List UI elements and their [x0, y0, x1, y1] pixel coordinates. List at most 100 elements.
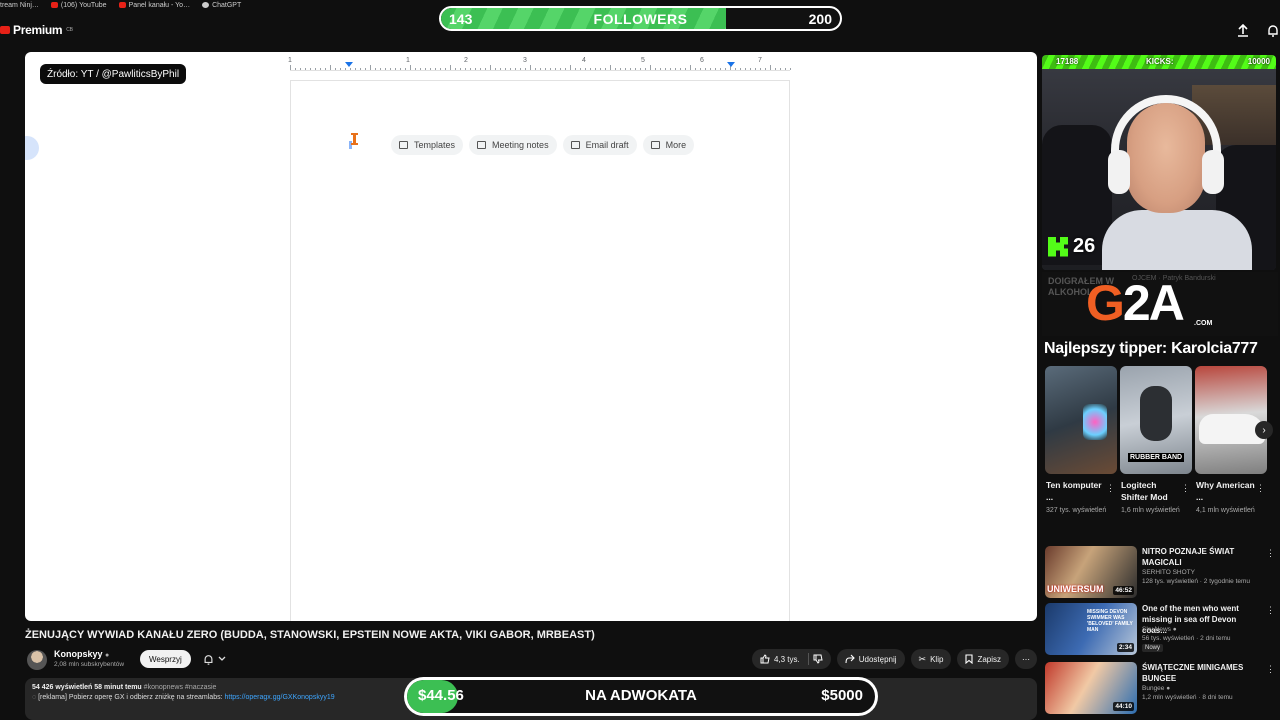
- channel-name[interactable]: Konopskyy ●: [54, 649, 109, 659]
- verified-icon: ●: [105, 652, 110, 659]
- short-title[interactable]: Why American ...: [1196, 479, 1256, 503]
- ruler-tick: [425, 68, 426, 70]
- recommended-video[interactable]: UNIWERSUM 46:52 NITRO POZNAJE ŚWIAT MAGI…: [1045, 546, 1275, 598]
- ruler-tick: [485, 68, 486, 70]
- thumbs-down-icon[interactable]: [813, 654, 823, 664]
- thumbs-up-icon: [760, 654, 770, 664]
- kicks-goal: 10000: [1247, 57, 1270, 66]
- email-icon: [570, 141, 580, 149]
- channel-avatar[interactable]: [27, 650, 47, 670]
- ruler-tick: [715, 68, 716, 70]
- bookmark-item[interactable]: Panel kanału - Yo…: [118, 1, 191, 9]
- more-icon[interactable]: ⋮: [1181, 483, 1190, 494]
- ruler-tick: [725, 68, 726, 70]
- video-thumbnail[interactable]: 44:10: [1045, 662, 1137, 714]
- short-item[interactable]: RUBBER BAND Logitech Shifter Mod ⋮ 1,6 m…: [1120, 366, 1192, 514]
- video-thumbnail[interactable]: MISSING DEVON SWIMMER WAS 'BELOVED' FAMI…: [1045, 603, 1137, 655]
- promo-link[interactable]: https://operagx.gg/GXKonopskyy19: [224, 694, 334, 701]
- ruler-tick: [650, 65, 651, 70]
- more-actions-button[interactable]: ⋯: [1015, 649, 1037, 669]
- ruler-tick: [525, 68, 526, 70]
- kicks-label: KICKS:: [1146, 57, 1174, 66]
- bookmark-label: Panel kanału - Yo…: [128, 1, 191, 9]
- more-icon[interactable]: ⋮: [1266, 664, 1275, 675]
- ruler-tick: [405, 68, 406, 70]
- video-thumbnail[interactable]: UNIWERSUM 46:52: [1045, 546, 1137, 598]
- short-item[interactable]: Ten komputer ... ⋮ 327 tys. wyświetleń: [1045, 366, 1117, 514]
- share-button[interactable]: Udostępnij: [836, 649, 905, 669]
- ruler-tick: [760, 68, 761, 70]
- ruler-tick: [340, 68, 341, 70]
- ruler-tick: [610, 65, 611, 70]
- short-thumbnail[interactable]: RUBBER BAND: [1120, 366, 1192, 474]
- ruler-tick: [575, 68, 576, 70]
- ruler-tick: [590, 68, 591, 70]
- channel-name[interactable]: Sky News ●: [1142, 626, 1177, 633]
- bookmark-item[interactable]: tream Ninj…: [0, 2, 39, 9]
- ruler-tick: [515, 68, 516, 70]
- youtube-logo[interactable]: Premium CB: [0, 23, 73, 37]
- channel-name-text: Konopskyy: [54, 649, 103, 659]
- support-button[interactable]: Wesprzyj: [140, 650, 191, 668]
- like-button[interactable]: 4,3 tys.: [751, 649, 831, 669]
- video-player[interactable]: 1 1 2 3 4 5 6 7 Templates Meeting notes Email d…: [25, 52, 1037, 621]
- scissors-icon: ✂: [918, 653, 927, 664]
- hashtags[interactable]: #konopnews #naczasie: [144, 684, 217, 691]
- short-thumbnail[interactable]: [1045, 366, 1117, 474]
- ruler-tick: [305, 68, 306, 70]
- video-title[interactable]: ŚWIĄTECZNE MINIGAMES BUNGEE: [1142, 662, 1254, 684]
- ruler-number: 4: [582, 57, 586, 64]
- channel-name[interactable]: Bungee ●: [1142, 685, 1170, 692]
- ruler-tick: [345, 68, 346, 70]
- ruler-tick: [630, 68, 631, 70]
- ruler-tick: [640, 68, 641, 70]
- ruler-tick: [580, 68, 581, 70]
- more-icon[interactable]: ⋮: [1266, 548, 1275, 559]
- ruler-tick: [690, 65, 691, 70]
- upload-icon[interactable]: [1236, 22, 1250, 38]
- donation-bar-inner: $44.56 NA ADWOKATA $5000: [407, 680, 875, 713]
- chip-label: More: [665, 140, 687, 150]
- ruler-tick: [550, 68, 551, 70]
- ruler-tick: [475, 68, 476, 70]
- logo-country: CB: [66, 27, 73, 33]
- notification-bell-button[interactable]: [197, 650, 231, 668]
- screen: tream Ninj… (106) YouTube Panel kanału -…: [0, 0, 1280, 720]
- new-badge: Nowy: [1142, 644, 1164, 652]
- ruler-tick: [315, 68, 316, 70]
- bookmark-item[interactable]: (106) YouTube: [50, 2, 107, 9]
- logo-g: G: [1086, 275, 1125, 331]
- save-label: Zapisz: [977, 654, 1001, 664]
- followers-goal: 200: [808, 11, 832, 27]
- ruler-indent-marker[interactable]: [345, 62, 353, 67]
- bell-icon[interactable]: [1266, 22, 1280, 38]
- ruler-tick: [570, 65, 571, 70]
- short-thumbnail[interactable]: [1195, 366, 1267, 474]
- chip-email-draft: Email draft: [562, 135, 637, 155]
- channel-row: Konopskyy ● 2,08 mln subskrybentów Wespr…: [25, 648, 1037, 670]
- save-button[interactable]: Zapisz: [957, 649, 1009, 669]
- more-icon[interactable]: ⋮: [1266, 605, 1275, 616]
- clip-button[interactable]: ✂ Klip: [910, 649, 952, 669]
- promo-text: [reklama] Pobierz operę GX i odbierz zni…: [38, 694, 225, 701]
- chevron-right-icon[interactable]: ›: [1255, 421, 1273, 439]
- recommended-video[interactable]: 44:10 ŚWIĄTECZNE MINIGAMES BUNGEE Bungee…: [1045, 662, 1275, 714]
- bookmark-item[interactable]: ChatGPT: [202, 2, 241, 9]
- like-count: 4,3 tys.: [773, 654, 800, 664]
- ruler-indent-marker[interactable]: [727, 62, 735, 67]
- ruler-number: 5: [641, 57, 645, 64]
- thumbnail-text: UNIWERSUM: [1047, 584, 1104, 594]
- more-icon[interactable]: ⋮: [1106, 483, 1115, 494]
- short-title[interactable]: Logitech Shifter Mod: [1121, 479, 1181, 503]
- video-title[interactable]: NITRO POZNAJE ŚWIAT MAGICALI: [1142, 546, 1254, 568]
- short-title[interactable]: Ten komputer ...: [1046, 479, 1106, 503]
- recommended-video[interactable]: MISSING DEVON SWIMMER WAS 'BELOVED' FAMI…: [1045, 603, 1275, 655]
- channel-name[interactable]: SERHITO SHOTY: [1142, 569, 1195, 576]
- short-item[interactable]: Why American ... ⋮ 4,1 mln wyświetleń: [1195, 366, 1267, 514]
- more-icon[interactable]: ⋮: [1256, 483, 1265, 494]
- more-icon: [650, 141, 660, 149]
- ruler-tick: [700, 68, 701, 70]
- ruler-tick: [375, 68, 376, 70]
- top-tipper: Najlepszy tipper: Karolcia777: [1044, 340, 1258, 357]
- webcam-overlay: 17188 KICKS: 10000 26: [1042, 55, 1276, 270]
